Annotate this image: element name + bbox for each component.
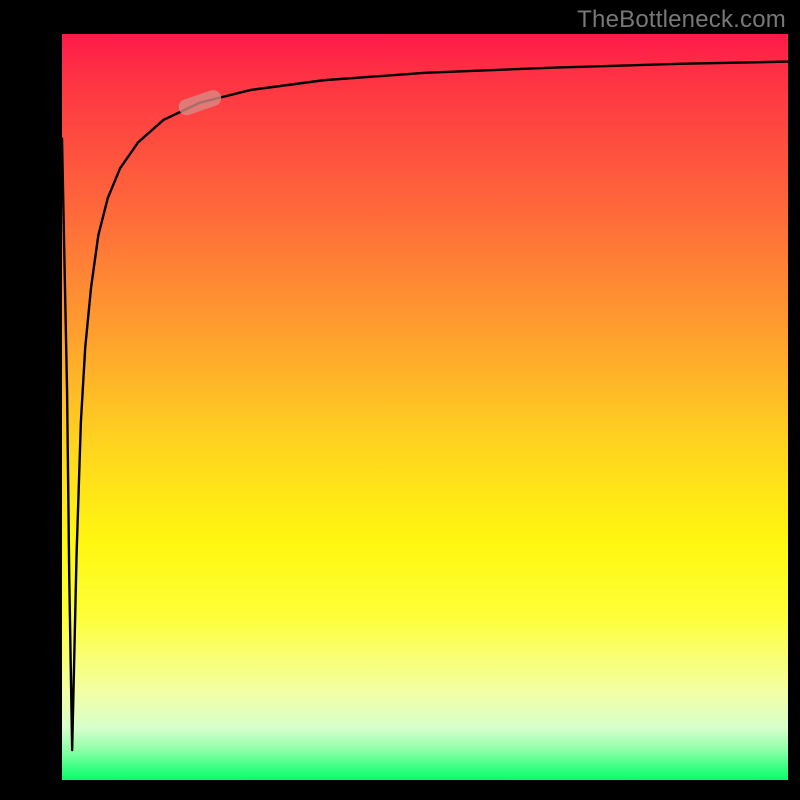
frame-border-bottom	[0, 780, 800, 800]
bottleneck-curve	[62, 62, 788, 751]
chart-frame	[0, 0, 800, 800]
curve-marker	[177, 88, 224, 117]
frame-border-right	[788, 0, 800, 800]
chart-svg	[62, 34, 788, 780]
frame-border-left	[0, 0, 62, 800]
watermark-text: TheBottleneck.com	[577, 6, 786, 34]
